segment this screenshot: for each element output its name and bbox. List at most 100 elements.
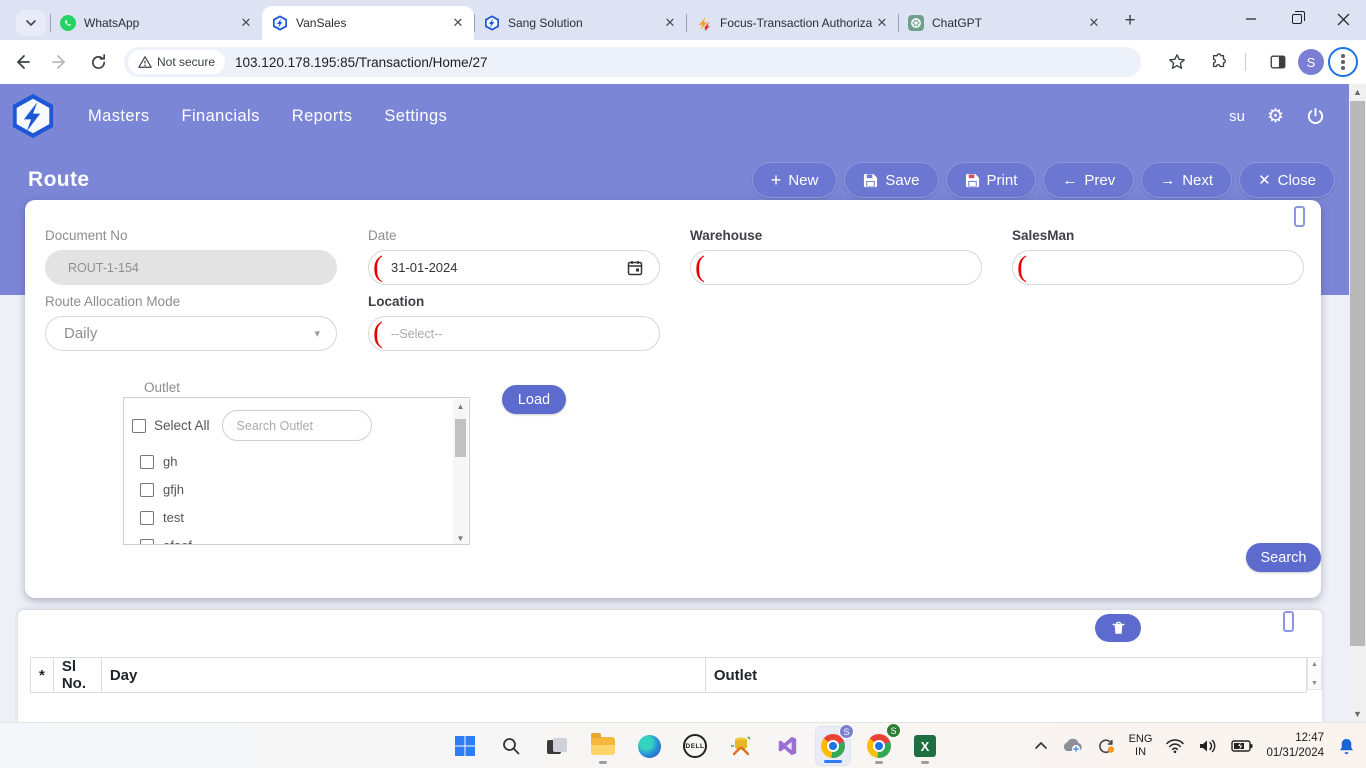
tab-close-icon[interactable]: ✕	[1086, 15, 1102, 31]
tab-close-icon[interactable]: ✕	[874, 15, 890, 31]
outlet-checkbox[interactable]	[140, 511, 154, 525]
back-button[interactable]	[6, 46, 38, 78]
scroll-down-icon[interactable]: ▼	[1308, 677, 1321, 689]
reload-button[interactable]	[82, 46, 114, 78]
scroll-up-icon[interactable]: ▲	[453, 399, 468, 413]
floppy-icon	[863, 173, 878, 188]
route-grid-table: * Sl No. Day Outlet	[30, 657, 1307, 693]
security-chip[interactable]: Not secure	[128, 50, 225, 74]
start-button[interactable]	[447, 726, 483, 766]
outlet-checkbox[interactable]	[140, 455, 154, 469]
browser-menu-button[interactable]	[1328, 47, 1358, 77]
visual-studio-icon	[776, 735, 798, 757]
warehouse-input[interactable]: (	[690, 250, 982, 285]
chrome-second-button[interactable]: S	[861, 726, 897, 766]
scroll-thumb[interactable]	[455, 419, 466, 457]
scroll-down-icon[interactable]: ▼	[1349, 706, 1366, 722]
ssms-button[interactable]	[723, 726, 759, 766]
outlet-checkbox[interactable]	[140, 483, 154, 497]
url-text: 103.120.178.195:85/Transaction/Home/27	[235, 55, 487, 70]
required-mark: (	[1017, 251, 1027, 281]
scroll-down-icon[interactable]: ▼	[453, 531, 468, 545]
clock[interactable]: 12:47 01/31/2024	[1266, 731, 1324, 761]
user-label[interactable]: su	[1229, 108, 1245, 125]
edge-icon	[638, 735, 661, 758]
volume-icon[interactable]	[1198, 738, 1218, 754]
date-input[interactable]: ( 31-01-2024	[368, 250, 660, 285]
tab-close-icon[interactable]: ✕	[450, 15, 466, 31]
nav-item-financials[interactable]: Financials	[181, 107, 259, 126]
prev-label: Prev	[1084, 172, 1115, 189]
minimize-button[interactable]	[1228, 0, 1274, 38]
tray-chevron-up-icon[interactable]	[1034, 739, 1048, 753]
gear-icon[interactable]: ⚙	[1267, 105, 1284, 128]
wifi-icon[interactable]	[1165, 738, 1185, 754]
select-all-checkbox[interactable]	[132, 419, 146, 433]
route-allocation-mode-select[interactable]: Daily ▾	[45, 316, 337, 351]
print-button[interactable]: Print	[946, 162, 1037, 198]
profile-avatar[interactable]: S	[1298, 49, 1324, 75]
outlet-scrollbar[interactable]: ▲ ▼	[453, 399, 468, 545]
notification-bell-icon[interactable]	[1337, 737, 1356, 756]
extensions-icon[interactable]	[1203, 46, 1235, 78]
bookmark-star-icon[interactable]	[1161, 46, 1193, 78]
edge-button[interactable]	[631, 726, 667, 766]
new-tab-button[interactable]: +	[1116, 7, 1144, 35]
close-window-button[interactable]	[1320, 0, 1366, 38]
tab-focus[interactable]: Focus-Transaction Authoriza ✕	[686, 6, 898, 40]
excel-button[interactable]: X	[907, 726, 943, 766]
scroll-up-icon[interactable]: ▲	[1308, 658, 1321, 670]
tab-close-icon[interactable]: ✕	[238, 15, 254, 31]
col-day: Day	[101, 658, 705, 693]
delete-rows-button[interactable]	[1095, 614, 1141, 642]
scroll-up-icon[interactable]: ▲	[1349, 84, 1366, 100]
toolbar-divider	[1245, 53, 1246, 71]
dell-app-button[interactable]: DELL	[677, 726, 713, 766]
close-button[interactable]: ✕Close	[1239, 162, 1335, 198]
calendar-icon[interactable]	[627, 260, 643, 276]
location-select[interactable]: ( --Select--	[368, 316, 660, 351]
nav-item-settings[interactable]: Settings	[384, 107, 447, 126]
nav-item-reports[interactable]: Reports	[292, 107, 353, 126]
grid-scrollbar[interactable]: ▲ ▼	[1307, 657, 1322, 690]
task-view-button[interactable]	[539, 726, 575, 766]
prev-button[interactable]: ←Prev	[1043, 162, 1134, 198]
search-button[interactable]	[493, 726, 529, 766]
outlet-search-input[interactable]	[222, 410, 372, 441]
next-button[interactable]: →Next	[1141, 162, 1232, 198]
tab-chatgpt[interactable]: ChatGPT ✕	[898, 6, 1110, 40]
onedrive-icon[interactable]	[1061, 738, 1083, 754]
panel-toggle-icon[interactable]	[1283, 611, 1294, 632]
tab-list-chevron-icon[interactable]	[16, 10, 46, 36]
panel-toggle-icon[interactable]	[1294, 206, 1305, 227]
tab-vansales[interactable]: VanSales ✕	[262, 6, 474, 40]
tab-sang-solution[interactable]: Sang Solution ✕	[474, 6, 686, 40]
field-salesman: SalesMan (	[1012, 228, 1304, 285]
nav-item-masters[interactable]: Masters	[88, 107, 149, 126]
new-button[interactable]: +New	[752, 162, 838, 198]
side-panel-icon[interactable]	[1262, 46, 1294, 78]
battery-icon[interactable]	[1231, 739, 1253, 753]
language-indicator[interactable]: ENG IN	[1129, 733, 1153, 758]
app-logo-icon[interactable]	[10, 93, 56, 139]
forward-button[interactable]	[44, 46, 76, 78]
page-scrollbar[interactable]: ▲ ▼	[1349, 84, 1366, 722]
running-indicator	[875, 761, 883, 764]
search-button[interactable]: Search	[1246, 543, 1321, 572]
address-bar[interactable]: Not secure 103.120.178.195:85/Transactio…	[124, 47, 1141, 77]
security-label: Not secure	[157, 55, 215, 69]
tab-whatsapp[interactable]: WhatsApp ✕	[50, 6, 262, 40]
salesman-input[interactable]: (	[1012, 250, 1304, 285]
visual-studio-button[interactable]	[769, 726, 805, 766]
scroll-thumb[interactable]	[1350, 101, 1365, 646]
outlet-checkbox[interactable]	[140, 539, 154, 546]
chrome-active-button[interactable]: S	[815, 726, 851, 766]
restart-update-icon[interactable]	[1096, 736, 1116, 756]
power-icon[interactable]	[1306, 107, 1325, 126]
load-button[interactable]: Load	[502, 385, 566, 414]
save-button[interactable]: Save	[844, 162, 938, 198]
tab-close-icon[interactable]: ✕	[662, 15, 678, 31]
restore-button[interactable]	[1274, 0, 1320, 38]
running-indicator	[921, 761, 929, 764]
file-explorer-button[interactable]	[585, 726, 621, 766]
